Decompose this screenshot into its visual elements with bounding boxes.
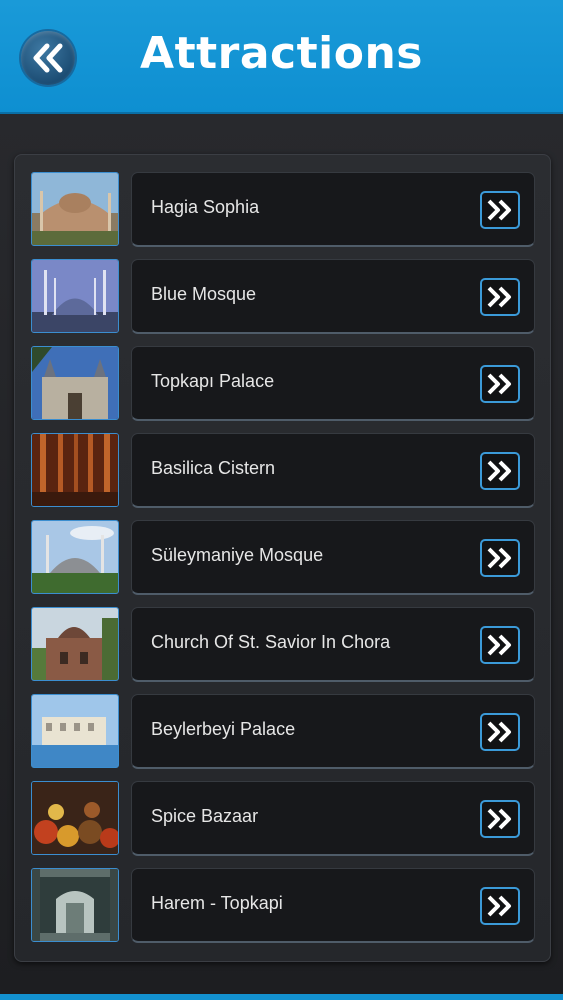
- header-bar: Attractions: [0, 0, 563, 114]
- spice-bazaar-thumbnail[interactable]: [31, 781, 119, 855]
- page-title: Attractions: [140, 28, 423, 79]
- attraction-label: Spice Bazaar: [151, 806, 259, 826]
- hagia-sophia-thumbnail[interactable]: [31, 172, 119, 246]
- open-attraction-button[interactable]: [480, 887, 520, 925]
- basilica-cistern-thumbnail[interactable]: [31, 433, 119, 507]
- attraction-row[interactable]: Hagia Sophia: [131, 172, 535, 247]
- double-chevron-right-icon: [487, 373, 511, 395]
- list-item: Süleymaniye Mosque: [31, 520, 535, 595]
- attraction-row[interactable]: Basilica Cistern: [131, 433, 535, 508]
- attraction-row[interactable]: Church Of St. Savior In Chora: [131, 607, 535, 682]
- attraction-row[interactable]: Blue Mosque: [131, 259, 535, 334]
- attraction-row[interactable]: Süleymaniye Mosque: [131, 520, 535, 595]
- attraction-label: Harem - Topkapi: [151, 893, 283, 913]
- list-item: Spice Bazaar: [31, 781, 535, 856]
- attraction-label: Church Of St. Savior In Chora: [151, 632, 391, 652]
- list-item: Basilica Cistern: [31, 433, 535, 508]
- attractions-list: Hagia Sophia Blue Mosque Topkapı Palace …: [14, 154, 551, 962]
- open-attraction-button[interactable]: [480, 713, 520, 751]
- beylerbeyi-palace-thumbnail[interactable]: [31, 694, 119, 768]
- suleymaniye-mosque-thumbnail[interactable]: [31, 520, 119, 594]
- content-area: Hagia Sophia Blue Mosque Topkapı Palace …: [0, 114, 563, 994]
- list-item: Harem - Topkapi: [31, 868, 535, 943]
- attraction-row[interactable]: Beylerbeyi Palace: [131, 694, 535, 769]
- open-attraction-button[interactable]: [480, 539, 520, 577]
- open-attraction-button[interactable]: [480, 626, 520, 664]
- harem-topkapi-thumbnail[interactable]: [31, 868, 119, 942]
- topkapi-palace-thumbnail[interactable]: [31, 346, 119, 420]
- attraction-label: Blue Mosque: [151, 284, 257, 304]
- double-chevron-right-icon: [487, 547, 511, 569]
- attraction-label: Beylerbeyi Palace: [151, 719, 296, 739]
- attraction-label: Topkapı Palace: [151, 371, 275, 391]
- open-attraction-button[interactable]: [480, 365, 520, 403]
- double-chevron-right-icon: [487, 460, 511, 482]
- attraction-label: Hagia Sophia: [151, 197, 260, 217]
- list-item: Hagia Sophia: [31, 172, 535, 247]
- attraction-row[interactable]: Spice Bazaar: [131, 781, 535, 856]
- double-chevron-right-icon: [487, 199, 511, 221]
- double-chevron-right-icon: [487, 895, 511, 917]
- double-chevron-right-icon: [487, 634, 511, 656]
- chora-church-thumbnail[interactable]: [31, 607, 119, 681]
- double-chevron-right-icon: [487, 808, 511, 830]
- double-chevron-right-icon: [487, 721, 511, 743]
- blue-mosque-thumbnail[interactable]: [31, 259, 119, 333]
- list-item: Topkapı Palace: [31, 346, 535, 421]
- attraction-row[interactable]: Topkapı Palace: [131, 346, 535, 421]
- list-item: Church Of St. Savior In Chora: [31, 607, 535, 682]
- open-attraction-button[interactable]: [480, 278, 520, 316]
- open-attraction-button[interactable]: [480, 191, 520, 229]
- open-attraction-button[interactable]: [480, 800, 520, 838]
- attraction-label: Basilica Cistern: [151, 458, 276, 478]
- list-item: Blue Mosque: [31, 259, 535, 334]
- double-chevron-right-icon: [487, 286, 511, 308]
- list-item: Beylerbeyi Palace: [31, 694, 535, 769]
- attraction-label: Süleymaniye Mosque: [151, 545, 324, 565]
- bottom-bar: [0, 994, 563, 1000]
- attraction-row[interactable]: Harem - Topkapi: [131, 868, 535, 943]
- open-attraction-button[interactable]: [480, 452, 520, 490]
